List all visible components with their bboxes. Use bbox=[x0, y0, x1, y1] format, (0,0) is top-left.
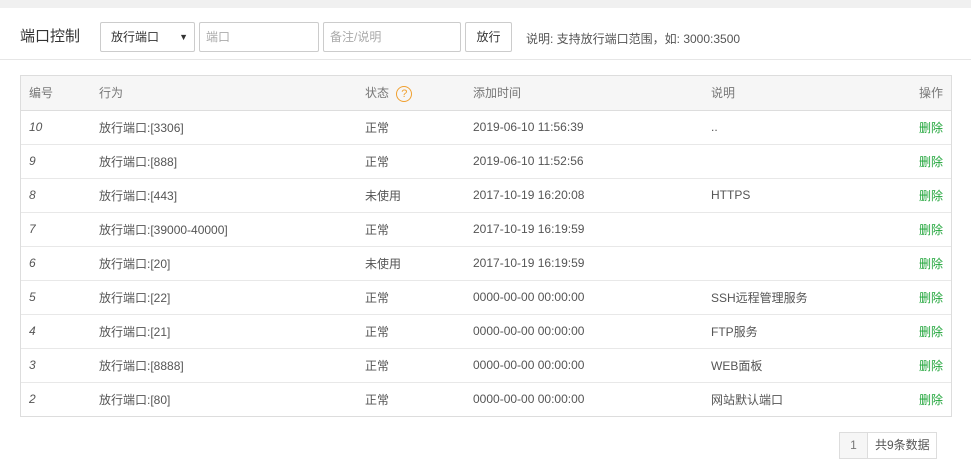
row-note: FTP服务 bbox=[711, 313, 891, 348]
page-title: 端口控制 bbox=[20, 28, 81, 45]
row-status: 正常 bbox=[365, 120, 390, 135]
row-action: 放行端口:[20] bbox=[99, 245, 365, 280]
row-id: 9 bbox=[21, 143, 99, 178]
row-status: 正常 bbox=[365, 143, 473, 178]
table-row: 10 放行端口:[3306] 正常 2019-06-10 11:56:39 ..… bbox=[21, 110, 951, 144]
row-note: SSH远程管理服务 bbox=[711, 279, 891, 314]
page-number-current[interactable]: 1 bbox=[840, 433, 868, 458]
row-time: 2019-06-10 11:56:39 bbox=[473, 120, 584, 134]
delete-link[interactable]: 删除 bbox=[919, 155, 943, 169]
row-status: 正常 bbox=[365, 279, 473, 314]
header-operation: 操作 bbox=[891, 76, 951, 111]
row-id: 6 bbox=[21, 245, 99, 280]
rule-type-select[interactable]: 放行端口 ▼ bbox=[100, 22, 195, 52]
toolbar: 端口控制 放行端口 ▼ 放行 说明: 支持放行端口范围，如: 3000:3500 bbox=[0, 8, 971, 60]
row-note bbox=[711, 245, 891, 280]
table-row: 7 放行端口:[39000-40000] 正常 2017-10-19 16:19… bbox=[21, 211, 951, 246]
table-row: 9 放行端口:[888] 正常 2019-06-10 11:52:56 删除 bbox=[21, 143, 951, 178]
total-count: 共9条数据 bbox=[868, 433, 936, 458]
row-id: 8 bbox=[21, 177, 99, 212]
header-id: 编号 bbox=[21, 76, 99, 111]
header-status: 状态 ? bbox=[365, 76, 473, 111]
row-note: HTTPS bbox=[711, 177, 891, 212]
header-note: 说明 bbox=[711, 76, 891, 111]
row-note: 网站默认端口 bbox=[711, 381, 891, 416]
row-note bbox=[711, 211, 891, 246]
delete-link[interactable]: 删除 bbox=[919, 291, 943, 305]
header-time: 添加时间 bbox=[473, 76, 711, 111]
delete-link[interactable]: 删除 bbox=[919, 189, 943, 203]
row-action: 放行端口:[39000-40000] bbox=[99, 211, 365, 246]
row-status: 未使用 bbox=[365, 177, 473, 212]
row-action: 放行端口:[21] bbox=[99, 313, 365, 348]
row-time: 2017-10-19 16:19:59 bbox=[473, 245, 711, 280]
help-icon[interactable]: ? bbox=[396, 85, 413, 102]
table-row: 2 放行端口:[80] 正常 0000-00-00 00:00:00 网站默认端… bbox=[21, 381, 951, 416]
row-operation: 删除 bbox=[891, 143, 951, 178]
chevron-down-icon: ▼ bbox=[179, 32, 188, 42]
row-operation: 删除 bbox=[891, 313, 951, 348]
row-note bbox=[711, 143, 891, 178]
table-row: 4 放行端口:[21] 正常 0000-00-00 00:00:00 FTP服务… bbox=[21, 313, 951, 348]
table-row: 6 放行端口:[20] 未使用 2017-10-19 16:19:59 删除 bbox=[21, 245, 951, 280]
port-range-hint: 说明: 支持放行端口范围，如: 3000:3500 bbox=[526, 32, 741, 46]
row-action: 放行端口:[8888] bbox=[99, 347, 365, 382]
delete-link[interactable]: 删除 bbox=[919, 359, 943, 373]
firewall-panel: 端口控制 放行端口 ▼ 放行 说明: 支持放行端口范围，如: 3000:3500… bbox=[0, 8, 971, 472]
note-input[interactable] bbox=[323, 22, 461, 52]
row-time: 0000-00-00 00:00:00 bbox=[473, 347, 711, 382]
row-id: 5 bbox=[21, 279, 99, 314]
row-action: 放行端口:[3306] bbox=[99, 120, 184, 135]
row-action: 放行端口:[888] bbox=[99, 143, 365, 178]
pagination: 1 共9条数据 bbox=[839, 432, 937, 459]
row-operation: 删除 bbox=[891, 381, 951, 416]
table-row: 3 放行端口:[8888] 正常 0000-00-00 00:00:00 WEB… bbox=[21, 347, 951, 382]
row-status: 正常 bbox=[365, 381, 473, 416]
row-time: 0000-00-00 00:00:00 bbox=[473, 381, 711, 416]
row-id: 7 bbox=[21, 211, 99, 246]
delete-link[interactable]: 删除 bbox=[919, 223, 943, 237]
header-status-label: 状态 bbox=[365, 85, 390, 100]
delete-link[interactable]: 删除 bbox=[919, 257, 943, 271]
row-operation: 删除 bbox=[891, 177, 951, 212]
delete-link[interactable]: 删除 bbox=[919, 393, 943, 407]
row-status: 正常 bbox=[365, 347, 473, 382]
row-operation: 删除 bbox=[891, 211, 951, 246]
table-row: 8 放行端口:[443] 未使用 2017-10-19 16:20:08 HTT… bbox=[21, 177, 951, 212]
delete-link[interactable]: 删除 bbox=[919, 325, 943, 339]
row-note: .. bbox=[711, 120, 718, 134]
row-status: 正常 bbox=[365, 313, 473, 348]
row-action: 放行端口:[443] bbox=[99, 177, 365, 212]
row-operation: 删除 bbox=[891, 347, 951, 382]
row-operation: 删除 bbox=[891, 110, 951, 144]
table-row: 5 放行端口:[22] 正常 0000-00-00 00:00:00 SSH远程… bbox=[21, 279, 951, 314]
port-input[interactable] bbox=[199, 22, 319, 52]
row-time: 0000-00-00 00:00:00 bbox=[473, 279, 711, 314]
port-rules-table: 编号 行为 状态 ? 添加时间 说明 操作 10 放行端口:[3306] 正常 … bbox=[20, 75, 952, 417]
header-action: 行为 bbox=[99, 76, 365, 111]
row-id: 3 bbox=[21, 347, 99, 382]
row-id: 10 bbox=[29, 120, 43, 134]
row-id: 2 bbox=[21, 381, 99, 416]
row-time: 2019-06-10 11:52:56 bbox=[473, 143, 711, 178]
row-action: 放行端口:[22] bbox=[99, 279, 365, 314]
allow-button[interactable]: 放行 bbox=[465, 22, 512, 52]
row-action: 放行端口:[80] bbox=[99, 381, 365, 416]
row-operation: 删除 bbox=[891, 279, 951, 314]
row-status: 正常 bbox=[365, 211, 473, 246]
delete-link[interactable]: 删除 bbox=[919, 121, 943, 135]
row-operation: 删除 bbox=[891, 245, 951, 280]
row-time: 0000-00-00 00:00:00 bbox=[473, 313, 711, 348]
row-status: 未使用 bbox=[365, 245, 473, 280]
row-time: 2017-10-19 16:19:59 bbox=[473, 211, 711, 246]
table-header-row: 编号 行为 状态 ? 添加时间 说明 操作 bbox=[21, 76, 951, 111]
row-time: 2017-10-19 16:20:08 bbox=[473, 177, 711, 212]
row-note: WEB面板 bbox=[711, 347, 891, 382]
rule-type-select-value: 放行端口 bbox=[111, 30, 160, 44]
row-id: 4 bbox=[21, 313, 99, 348]
